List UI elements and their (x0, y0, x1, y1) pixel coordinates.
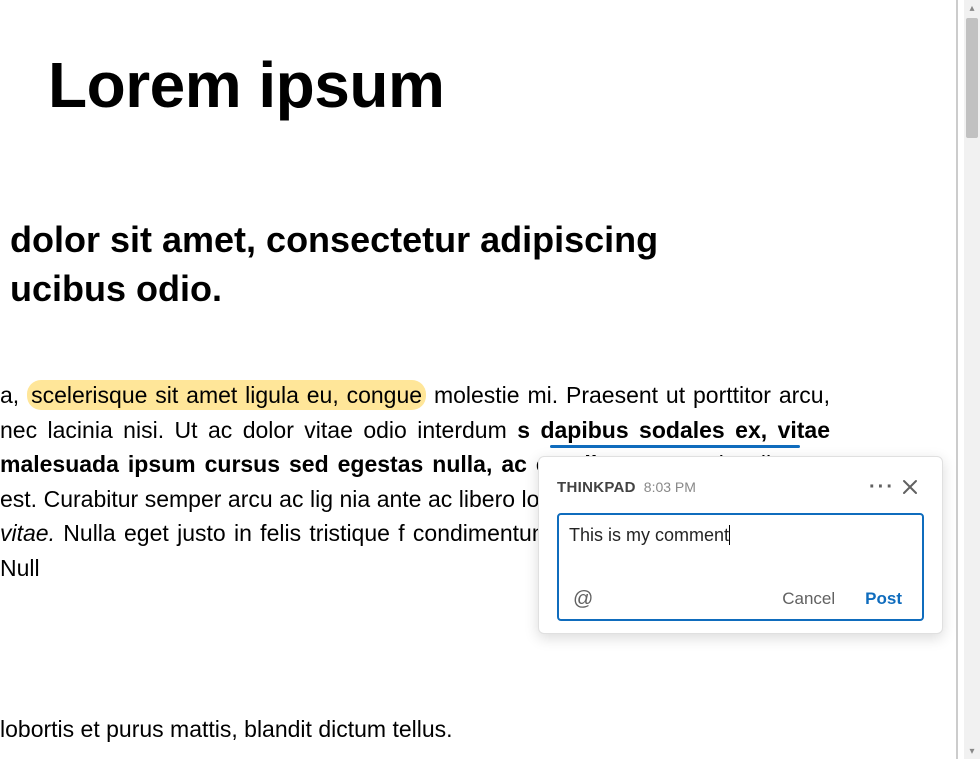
page-right-edge (956, 0, 958, 759)
comment-input-text: This is my comment (569, 525, 730, 545)
comment-timestamp: 8:03 PM (644, 479, 696, 495)
text-seg: Nulla eget justo in felis tristique f co… (55, 520, 566, 546)
document-title: Lorem ipsum (48, 48, 444, 122)
highlight-1[interactable]: scelerisque sit amet ligula eu, congue (27, 380, 426, 410)
text-seg: Null (0, 555, 40, 581)
vertical-scrollbar[interactable]: ▴ ▾ (964, 0, 980, 759)
comment-popup: THINKPAD 8:03 PM ··· This is my comment … (538, 456, 943, 634)
comment-header: THINKPAD 8:03 PM ··· (557, 473, 924, 501)
comment-actions: @ Cancel Post (569, 585, 912, 613)
scrollbar-up-button[interactable]: ▴ (964, 0, 980, 16)
mention-button[interactable]: @ (569, 586, 597, 613)
close-button[interactable] (896, 473, 924, 501)
document-subtitle: dolor sit amet, consectetur adipiscing u… (0, 216, 658, 313)
scrollbar-down-button[interactable]: ▾ (964, 743, 980, 759)
close-icon (902, 479, 918, 495)
text-seg: a, (0, 382, 27, 408)
cancel-button[interactable]: Cancel (772, 585, 845, 613)
more-options-button[interactable]: ··· (868, 473, 896, 501)
comment-author: THINKPAD (557, 479, 636, 496)
body-paragraph-2[interactable]: lobortis et purus mattis, blandit dictum… (0, 712, 830, 747)
post-button[interactable]: Post (855, 585, 912, 613)
comment-input-container: This is my comment @ Cancel Post (557, 513, 924, 621)
comment-input[interactable]: This is my comment (569, 525, 912, 581)
scrollbar-thumb[interactable] (966, 18, 978, 138)
